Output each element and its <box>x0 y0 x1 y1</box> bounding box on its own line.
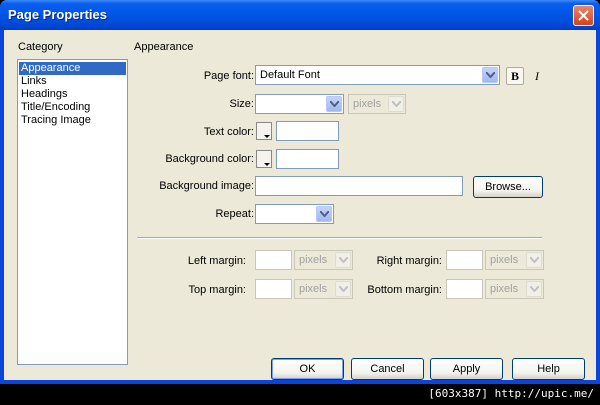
footer-text: [603x387] http://upic.me/ <box>428 387 594 400</box>
chevron-down-icon <box>335 252 351 268</box>
size-unit-value: pixels <box>353 98 382 110</box>
bottom-margin-unit: pixels <box>490 283 519 295</box>
help-button[interactable]: Help <box>512 358 585 380</box>
bottom-margin-unit-select[interactable]: pixels <box>485 279 544 299</box>
page-font-select[interactable]: Default Font <box>255 65 500 85</box>
page-font-label: Page font: <box>203 70 254 82</box>
chevron-down-icon <box>316 206 332 222</box>
image-host-banner: [603x387] http://upic.me/ <box>0 384 600 405</box>
right-margin-input[interactable] <box>446 250 483 270</box>
bg-color-swatch[interactable] <box>256 150 272 168</box>
left-margin-unit-select[interactable]: pixels <box>294 250 353 270</box>
dropdown-arrow-icon <box>264 163 270 166</box>
chevron-down-icon <box>526 281 542 297</box>
right-margin-label: Right margin: <box>376 255 442 267</box>
dialog-body: Category Appearance Links Headings Title… <box>4 30 596 380</box>
left-margin-input[interactable] <box>255 250 292 270</box>
category-item-links[interactable]: Links <box>19 75 126 88</box>
separator <box>137 237 542 239</box>
chevron-down-icon <box>326 96 342 112</box>
size-select[interactable] <box>255 94 344 114</box>
chevron-down-icon <box>482 67 498 83</box>
category-label: Category <box>18 41 63 53</box>
cancel-button[interactable]: Cancel <box>351 358 424 380</box>
bottom-margin-input[interactable] <box>446 279 483 299</box>
bold-button[interactable]: B <box>506 67 524 85</box>
top-margin-input[interactable] <box>255 279 292 299</box>
bg-image-input[interactable] <box>255 176 463 196</box>
text-color-swatch[interactable] <box>256 122 272 140</box>
category-list[interactable]: Appearance Links Headings Title/Encoding… <box>17 59 128 365</box>
chevron-down-icon <box>388 96 404 112</box>
bottom-margin-label: Bottom margin: <box>367 284 442 296</box>
chevron-down-icon <box>526 252 542 268</box>
size-unit-select[interactable]: pixels <box>348 94 406 114</box>
dropdown-arrow-icon <box>264 135 270 138</box>
repeat-select[interactable] <box>255 204 334 224</box>
close-button[interactable] <box>573 5 594 26</box>
close-icon <box>578 10 589 21</box>
top-margin-unit-select[interactable]: pixels <box>294 279 353 299</box>
left-margin-label: Left margin: <box>187 255 246 267</box>
size-label: Size: <box>229 98 254 110</box>
section-title: Appearance <box>134 41 194 53</box>
category-item-headings[interactable]: Headings <box>19 88 126 101</box>
category-item-title-encoding[interactable]: Title/Encoding <box>19 101 126 114</box>
top-margin-label: Top margin: <box>188 284 246 296</box>
ok-button[interactable]: OK <box>271 358 344 380</box>
bg-image-label: Background image: <box>159 180 254 192</box>
bg-color-label: Background color: <box>165 153 254 165</box>
apply-button[interactable]: Apply <box>430 358 503 380</box>
title-bar[interactable]: Page Properties <box>0 0 600 30</box>
chevron-down-icon <box>335 281 351 297</box>
bg-color-input[interactable] <box>276 149 339 169</box>
window-title: Page Properties <box>8 7 107 22</box>
right-margin-unit: pixels <box>490 254 519 266</box>
browse-button[interactable]: Browse... <box>473 176 543 198</box>
top-margin-unit: pixels <box>299 283 328 295</box>
left-margin-unit: pixels <box>299 254 328 266</box>
category-item-tracing-image[interactable]: Tracing Image <box>19 114 126 127</box>
category-item-appearance[interactable]: Appearance <box>19 62 126 75</box>
italic-button[interactable]: I <box>528 67 546 85</box>
page-font-value: Default Font <box>260 69 320 81</box>
right-margin-unit-select[interactable]: pixels <box>485 250 544 270</box>
repeat-label: Repeat: <box>215 208 254 220</box>
text-color-input[interactable] <box>276 121 339 141</box>
dialog-window: Page Properties Category Appearance Link… <box>0 0 600 384</box>
text-color-label: Text color: <box>203 126 254 138</box>
